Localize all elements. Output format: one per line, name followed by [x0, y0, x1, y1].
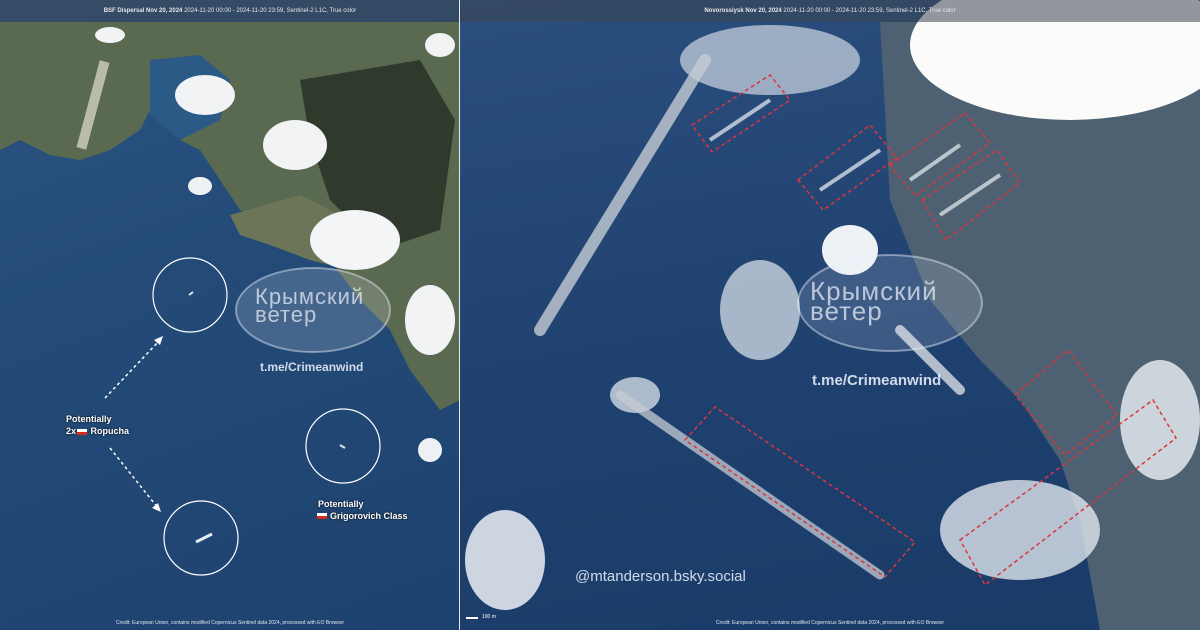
- cloud: [175, 75, 235, 115]
- right-satellite-panel: Novorossiysk Nov 20, 2024 2024-11-20 00:…: [460, 0, 1200, 630]
- cloud: [720, 260, 800, 360]
- cloud: [188, 177, 212, 195]
- grigorovich-annotation: Potentially Grigorovich Class: [318, 499, 408, 521]
- cloud: [418, 438, 442, 462]
- highlight-box: [796, 123, 899, 212]
- left-credit: Credit: European Union, contains modifie…: [115, 620, 345, 626]
- cloud: [425, 33, 455, 57]
- highlight-box: [683, 406, 917, 578]
- arrow-to-south-target: [109, 447, 159, 509]
- arrowhead-north: [154, 336, 163, 345]
- author-handle: @mtanderson.bsky.social: [575, 568, 746, 585]
- watermark-subtitle: ветер: [810, 296, 883, 326]
- ropucha-annotation: Potentially 2x Ropucha: [66, 414, 130, 436]
- breakwater-south: [615, 390, 885, 580]
- ship-mark: [195, 532, 213, 544]
- breakwater-main: [534, 54, 711, 336]
- watermark-url: t.me/Crimeanwind: [812, 372, 942, 389]
- cloud: [465, 510, 545, 610]
- watermark-url: t.me/Crimeanwind: [260, 360, 364, 374]
- right-credit: Credit: European Union, contains modifie…: [715, 620, 945, 626]
- left-satellite-panel: BSF Dispersal Nov 20, 2024 2024-11-20 00…: [0, 0, 460, 630]
- scale-bar: [466, 617, 478, 619]
- arrow-to-north-target: [104, 339, 161, 399]
- ship-mark: [818, 148, 882, 192]
- cloud: [95, 27, 125, 43]
- cloud: [310, 210, 400, 270]
- cloud: [405, 285, 455, 355]
- left-header: BSF Dispersal Nov 20, 2024 2024-11-20 00…: [0, 0, 460, 22]
- arrowhead-south: [152, 503, 161, 512]
- right-header: Novorossiysk Nov 20, 2024 2024-11-20 00:…: [460, 0, 1200, 22]
- cloud: [1120, 360, 1200, 480]
- watermark-subtitle: ветер: [255, 302, 318, 327]
- cloud: [263, 120, 327, 170]
- ship-mark: [339, 444, 346, 449]
- left-map-graphics: [0, 22, 460, 576]
- cloud: [940, 480, 1100, 580]
- ship-mark: [188, 291, 194, 296]
